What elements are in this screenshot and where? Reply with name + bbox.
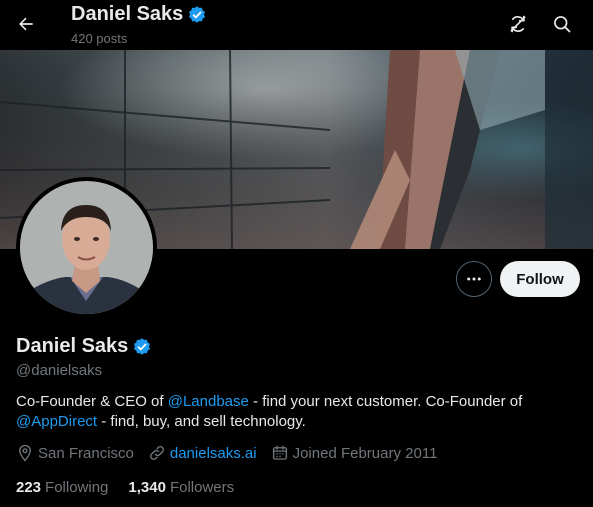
profile-stats: 223 Following 1,340 Followers [16,479,254,496]
more-options-button[interactable] [456,261,492,297]
header-post-count: 420 posts [71,31,128,46]
joined-item: Joined February 2011 [271,444,438,462]
verified-badge-icon [189,5,206,23]
following-link[interactable]: 223 Following [16,479,108,496]
header-title-row: Daniel Saks [71,3,207,26]
profile-handle: @danielsaks [16,362,103,379]
verified-badge-icon[interactable] [132,337,152,357]
followers-label: Followers [169,479,235,496]
location-pin-icon [19,444,31,462]
follow-button[interactable]: Follow [500,261,580,297]
mention-link-appdirect[interactable]: @AppDirect [16,413,97,430]
profile-avatar[interactable] [16,177,157,318]
following-count: 223 [16,479,42,496]
calendar-icon [272,445,287,460]
bio-text: Co-Founder & CEO of [16,393,168,410]
following-label: Following [45,479,109,496]
refresh-button[interactable] [504,10,532,38]
header-name: Daniel Saks [71,3,184,25]
refresh-icon [510,15,526,33]
top-bar: Daniel Saks 420 posts [0,0,593,50]
avatar-image [20,181,153,314]
arrow-left-icon [19,17,33,31]
back-button[interactable] [10,8,42,40]
location-text: San Francisco [38,444,134,462]
more-icon [467,277,481,281]
bio-text: - find your next customer. Co-Founder of [248,393,523,410]
followers-count: 1,340 [128,479,166,496]
profile-name: Daniel Saks [16,335,129,357]
location-item: San Francisco [16,444,134,462]
link-icon [149,446,164,460]
search-button[interactable] [548,10,576,38]
mention-link-landbase[interactable]: @Landbase [168,393,249,410]
website-item: danielsaks.ai [148,444,257,462]
website-link[interactable]: danielsaks.ai [170,445,257,462]
profile-meta: San Francisco danielsaks.ai Joined Febru… [16,444,451,462]
profile-name-row: Daniel Saks [16,335,152,358]
joined-text: Joined February 2011 [292,444,438,462]
search-icon [554,16,571,33]
profile-bio: Co-Founder & CEO of @Landbase - find you… [16,392,576,432]
bio-text: - find, buy, and sell technology. [97,413,306,430]
followers-link[interactable]: 1,340 Followers [128,479,234,496]
